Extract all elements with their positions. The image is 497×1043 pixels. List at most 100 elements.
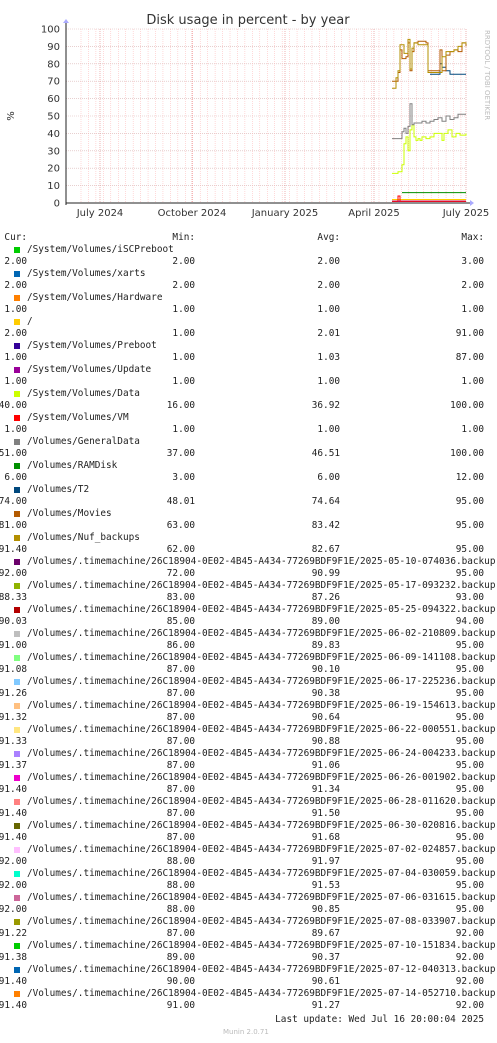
- legend-max: 2.00: [461, 280, 484, 291]
- y-tick-label: 90: [47, 42, 60, 53]
- legend-swatch: [14, 367, 20, 373]
- legend-series-name: /Volumes/.timemachine/26C18904-0E02-4B45…: [27, 868, 496, 879]
- legend-cur: 91.22: [0, 928, 27, 939]
- legend-series-name: /Volumes/.timemachine/26C18904-0E02-4B45…: [27, 580, 496, 591]
- legend-cur: 91.00: [0, 640, 27, 651]
- legend-item: /Volumes/.timemachine/26C18904-0E02-4B45…: [0, 868, 497, 892]
- legend-swatch: [14, 559, 20, 565]
- legend-series-name: /Volumes/.timemachine/26C18904-0E02-4B45…: [27, 748, 496, 759]
- legend-cur: 91.40: [0, 808, 27, 819]
- legend-avg: 91.27: [311, 1000, 340, 1011]
- legend-cur: 92.00: [0, 856, 27, 867]
- legend-max: 95.00: [455, 712, 484, 723]
- legend-item: /Volumes/Nuf_backups 91.40 62.00 82.67 95.00: [0, 532, 497, 556]
- legend-values: 92.00 72.00 90.99 95.00: [0, 568, 497, 580]
- legend-cur: 91.40: [0, 784, 27, 795]
- legend-avg: 90.88: [311, 736, 340, 747]
- legend-values: 91.33 87.00 90.88 95.00: [0, 736, 497, 748]
- legend-max: 92.00: [455, 1000, 484, 1011]
- legend-item: /Volumes/.timemachine/26C18904-0E02-4B45…: [0, 844, 497, 868]
- legend-cur: 1.00: [4, 304, 27, 315]
- grid-lines: [66, 28, 467, 204]
- legend-cur: 92.00: [0, 880, 27, 891]
- legend-item: /Volumes/T2 74.00 48.01 74.64 95.00: [0, 484, 497, 508]
- legend-cur: 2.00: [4, 280, 27, 291]
- legend-item: /Volumes/.timemachine/26C18904-0E02-4B45…: [0, 916, 497, 940]
- legend-min: 91.00: [166, 1000, 195, 1011]
- legend-item: /Volumes/.timemachine/26C18904-0E02-4B45…: [0, 892, 497, 916]
- legend-min: 87.00: [166, 784, 195, 795]
- legend-avg: 89.00: [311, 616, 340, 627]
- legend-cur: 1.00: [4, 376, 27, 387]
- legend-avg: 90.38: [311, 688, 340, 699]
- legend-max: 100.00: [450, 448, 484, 459]
- legend-max: 92.00: [455, 952, 484, 963]
- legend-series-name: /System/Volumes/iSCPreboot: [27, 244, 174, 255]
- legend-cur: 91.37: [0, 760, 27, 771]
- legend-avg: 91.97: [311, 856, 340, 867]
- legend-cur: 91.40: [0, 832, 27, 843]
- legend-cur: 92.00: [0, 568, 27, 579]
- legend-swatch: [14, 295, 20, 301]
- legend-min: 83.00: [166, 592, 195, 603]
- legend-avg: 82.67: [311, 544, 340, 555]
- legend-series-name: /Volumes/.timemachine/26C18904-0E02-4B45…: [27, 820, 496, 831]
- legend-cur: 91.33: [0, 736, 27, 747]
- legend-series-name: /Volumes/.timemachine/26C18904-0E02-4B45…: [27, 772, 496, 783]
- legend-avg: 90.61: [311, 976, 340, 987]
- legend-min: 88.00: [166, 880, 195, 891]
- last-update: Last update: Wed Jul 16 20:00:04 2025: [275, 1014, 484, 1025]
- legend-swatch: [14, 487, 20, 493]
- legend-max: 95.00: [455, 688, 484, 699]
- legend-item: /System/Volumes/iSCPreboot 2.00 2.00 2.00 3.…: [0, 244, 497, 268]
- legend-series-name: /System/Volumes/xarts: [27, 268, 146, 279]
- legend-min: 16.00: [166, 400, 195, 411]
- legend-max: 95.00: [455, 784, 484, 795]
- legend-avg: 1.00: [317, 424, 340, 435]
- legend-avg: 90.37: [311, 952, 340, 963]
- legend-max: 95.00: [455, 736, 484, 747]
- legend-values: 81.00 63.00 83.42 95.00: [0, 520, 497, 532]
- legend-min: 87.00: [166, 832, 195, 843]
- legend-avg: 6.00: [317, 472, 340, 483]
- legend-item: /Volumes/.timemachine/26C18904-0E02-4B45…: [0, 580, 497, 604]
- legend-header-avg: Avg:: [317, 232, 340, 243]
- legend-avg: 36.92: [311, 400, 340, 411]
- legend-cur: 51.00: [0, 448, 27, 459]
- legend-cur: 2.00: [4, 256, 27, 267]
- legend-min: 1.00: [172, 304, 195, 315]
- legend-swatch: [14, 271, 20, 277]
- legend-values: 92.00 88.00 91.97 95.00: [0, 856, 497, 868]
- legend-swatch: [14, 775, 20, 781]
- legend-cur: 91.08: [0, 664, 27, 675]
- legend-values: 88.33 83.00 87.26 93.00: [0, 592, 497, 604]
- legend-avg: 90.10: [311, 664, 340, 675]
- legend-max: 95.00: [455, 832, 484, 843]
- legend-min: 72.00: [166, 568, 195, 579]
- legend-swatch: [14, 319, 20, 325]
- legend-avg: 2.00: [317, 256, 340, 267]
- legend-swatch: [14, 439, 20, 445]
- legend-avg: 91.50: [311, 808, 340, 819]
- legend-min: 2.00: [172, 280, 195, 291]
- legend-series-name: /Volumes/.timemachine/26C18904-0E02-4B45…: [27, 604, 496, 615]
- y-tick-label: 20: [47, 164, 60, 175]
- legend-swatch: [14, 511, 20, 517]
- legend-series-name: /Volumes/.timemachine/26C18904-0E02-4B45…: [27, 556, 496, 567]
- legend-values: 91.32 87.00 90.64 95.00: [0, 712, 497, 724]
- legend-series-name: /System/Volumes/Hardware: [27, 292, 163, 303]
- legend-series-name: /Volumes/.timemachine/26C18904-0E02-4B45…: [27, 676, 496, 687]
- legend-values: 2.00 2.00 2.00 2.00: [0, 280, 497, 292]
- legend-header: Cur: Min: Avg: Max:: [0, 232, 497, 244]
- legend-values: 91.40 62.00 82.67 95.00: [0, 544, 497, 556]
- legend-avg: 1.03: [317, 352, 340, 363]
- legend-min: 88.00: [166, 904, 195, 915]
- legend-swatch: [14, 799, 20, 805]
- legend-item: /Volumes/.timemachine/26C18904-0E02-4B45…: [0, 772, 497, 796]
- legend-series-name: /Volumes/.timemachine/26C18904-0E02-4B45…: [27, 916, 496, 927]
- legend-series-name: /Volumes/.timemachine/26C18904-0E02-4B45…: [27, 796, 496, 807]
- legend-min: 2.00: [172, 256, 195, 267]
- legend-max: 87.00: [455, 352, 484, 363]
- chart-area: Disk usage in percent - by year % RRDTOO…: [6, 13, 491, 219]
- watermark-side-label: RRDTOOL / TOBI OETIKER: [483, 30, 491, 120]
